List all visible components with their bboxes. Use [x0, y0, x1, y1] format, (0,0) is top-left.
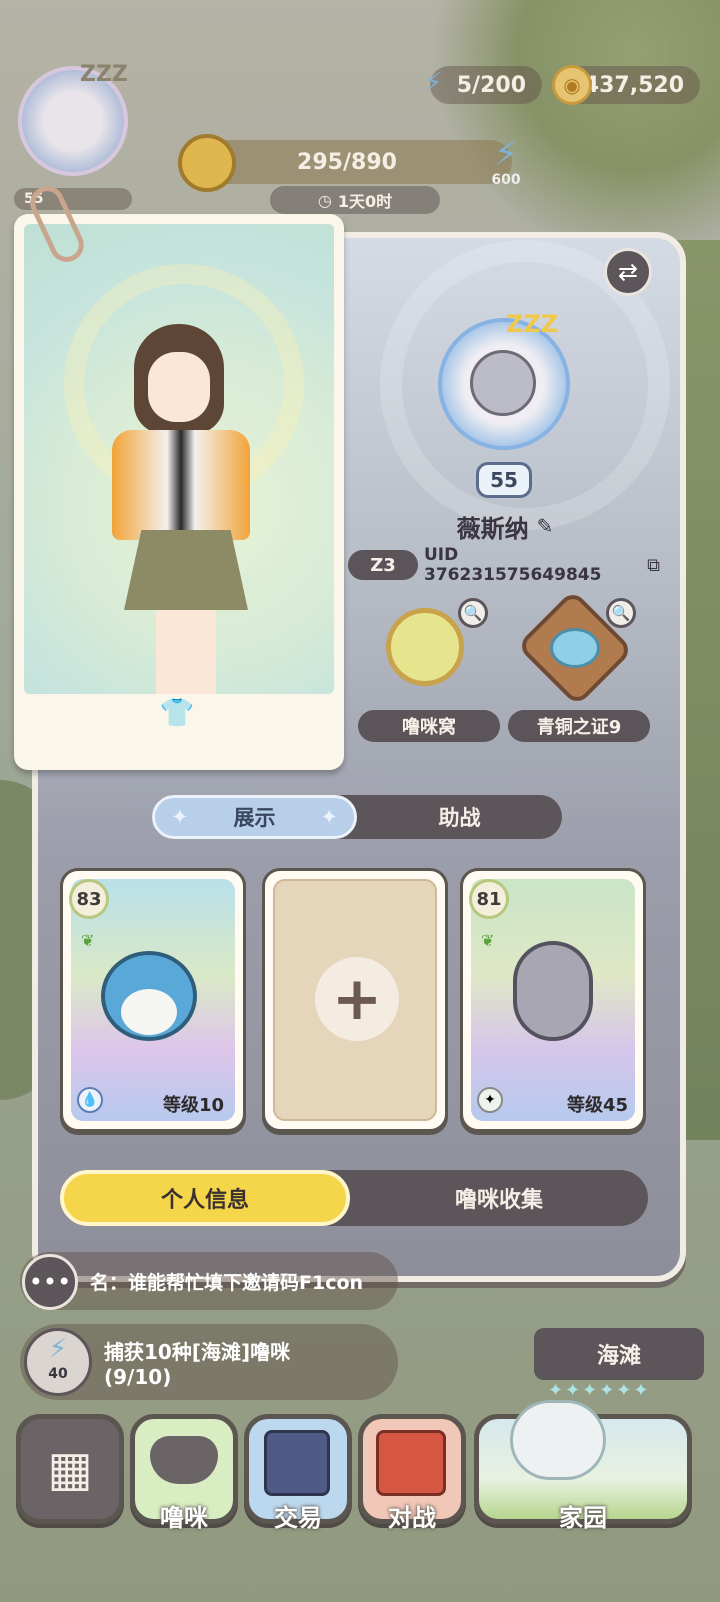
pet-grade: 等级10 — [163, 1091, 224, 1117]
uid-text: UID 376231575649845 — [424, 545, 602, 585]
nav-label: 噜咪 — [160, 1504, 208, 1532]
sparkle-icon: ✦ — [171, 805, 189, 829]
chat-more-icon[interactable]: ••• — [22, 1254, 78, 1310]
nav-label: 交易 — [274, 1504, 322, 1532]
badge-label-nest: 噜咪窝 — [358, 710, 500, 742]
slime-face-icon — [550, 628, 600, 668]
water-element-icon: 💧 — [77, 1087, 103, 1113]
uid-row: UID 376231575649845 ⧉ — [424, 545, 660, 585]
pet-level: 83 — [76, 888, 102, 910]
quest-energy-reward[interactable]: ⚡ 600 — [478, 136, 534, 200]
character-portrait — [24, 224, 334, 694]
frog-pet-belly — [121, 989, 177, 1035]
task-energy-icon: ⚡ 40 — [24, 1328, 92, 1396]
level-badge: 55 — [476, 462, 532, 498]
energy-counter[interactable]: ⚡ 5/200 — [424, 66, 542, 104]
badge-label-bronze: 青铜之证9 — [508, 710, 650, 742]
tab-show-label: 展示 — [233, 806, 276, 830]
nav-label: 对战 — [388, 1504, 436, 1532]
player-name-row: 薇斯纳 ✎ — [380, 508, 630, 544]
task-progress: (9/10) — [104, 1364, 172, 1389]
swap-icon: ⇄ — [617, 258, 639, 286]
leaf-icon: ❦ — [81, 931, 95, 950]
quest-progress-value: 295/890 — [297, 149, 397, 175]
menu-grid-button[interactable]: ▦ — [16, 1414, 124, 1524]
pet-card-1[interactable]: 83 ❦ 💧 等级10 — [60, 868, 246, 1132]
magnify-icon[interactable]: 🔍 — [458, 598, 488, 628]
nav-pet-label: 噜咪 — [130, 1498, 238, 1533]
neutral-element-icon: ✦ — [477, 1087, 503, 1113]
leaf-icon: ❦ — [481, 931, 495, 950]
nav-battle-label: 对战 — [358, 1498, 466, 1533]
character-jacket — [112, 430, 250, 540]
pet-face-icon — [470, 350, 536, 416]
server-chip: Z3 — [348, 550, 418, 580]
player-name: 薇斯纳 — [456, 514, 529, 543]
sleep-zzz-icon: ZZZ — [80, 62, 128, 87]
task-text: 捕获10种[海滩]噜咪 — [104, 1339, 291, 1364]
pet-level: 81 — [476, 888, 502, 910]
tab-collection-label: 噜咪收集 — [454, 1188, 543, 1213]
chat-text: 名：谁能帮忙填下邀请码F1con — [90, 1271, 364, 1294]
pet-grade: 等级45 — [567, 1091, 628, 1117]
sleep-zzz-icon: ZZZ — [506, 310, 559, 338]
shark-pet-icon — [513, 941, 593, 1041]
sparkle-icon: ✦ — [320, 805, 338, 829]
quest-energy-value: 600 — [491, 172, 521, 188]
quest-timer: ◷ 1天0时 — [270, 186, 440, 214]
tab-collection[interactable]: 噜咪收集 — [350, 1170, 648, 1226]
tab-assist[interactable]: 助战 — [357, 795, 562, 839]
coin-counter[interactable]: ◉ 437,520 — [552, 65, 700, 105]
pet-grade-text: 等级10 — [163, 1095, 225, 1116]
tab-personal-info[interactable]: 个人信息 — [60, 1170, 350, 1226]
copy-icon[interactable]: ⧉ — [647, 555, 660, 576]
task-energy-value: 40 — [48, 1366, 68, 1382]
pet-card-empty[interactable]: + — [262, 868, 448, 1132]
badge-nest-icon[interactable] — [386, 608, 464, 686]
pet-card-2[interactable]: 81 ❦ ✦ 等级45 — [460, 868, 646, 1132]
character-face — [148, 352, 210, 422]
tab-assist-label: 助战 — [438, 806, 481, 830]
bolt-icon: ⚡ — [494, 134, 518, 174]
grid-icon: ▦ — [47, 1441, 93, 1497]
energy-value: 5/200 — [456, 72, 526, 98]
location-name: 海滩 — [596, 1344, 641, 1369]
battle-cards-icon — [376, 1430, 446, 1496]
clock-icon: ◷ — [317, 190, 332, 210]
badge-label: 噜咪窝 — [402, 717, 456, 738]
outfit-icon[interactable]: 👕 — [154, 696, 200, 734]
swap-button[interactable]: ⇄ — [604, 248, 652, 296]
nav-label: 家园 — [559, 1504, 607, 1532]
character-photo-card: 👕 — [14, 214, 344, 770]
coin-icon: ◉ — [552, 65, 592, 105]
coin-value: 437,520 — [583, 72, 684, 98]
nav-home-label: 家园 — [474, 1498, 692, 1533]
magnify-icon[interactable]: 🔍 — [606, 598, 636, 628]
badge-label: 青铜之证9 — [536, 717, 622, 738]
pet-level-badge: 83 — [69, 879, 109, 919]
timer-value: 1天0时 — [337, 192, 393, 211]
pet-bowl-icon — [150, 1436, 218, 1484]
tab-show[interactable]: ✦ 展示 ✦ — [152, 795, 357, 839]
tab-personal-info-label: 个人信息 — [160, 1188, 249, 1213]
pet-level-badge: 81 — [469, 879, 509, 919]
nav-trade-label: 交易 — [244, 1498, 352, 1533]
trade-machine-icon — [264, 1430, 330, 1496]
add-icon[interactable]: + — [315, 957, 399, 1041]
character-legs — [156, 610, 216, 694]
home-pet-icon — [510, 1400, 606, 1480]
quest-scroll-icon — [178, 134, 236, 192]
edit-icon[interactable]: ✎ — [537, 514, 554, 538]
bolt-icon: ⚡ — [48, 1334, 68, 1364]
location-banner[interactable]: 海滩 — [534, 1328, 704, 1380]
pet-grade-text: 等级45 — [567, 1095, 629, 1116]
level-value: 55 — [490, 468, 518, 492]
character-skirt — [124, 530, 248, 610]
server-value: Z3 — [370, 554, 396, 576]
energy-icon: ⚡ — [424, 68, 443, 98]
location-stars: ✦✦✦✦✦✦ — [548, 1380, 651, 1401]
